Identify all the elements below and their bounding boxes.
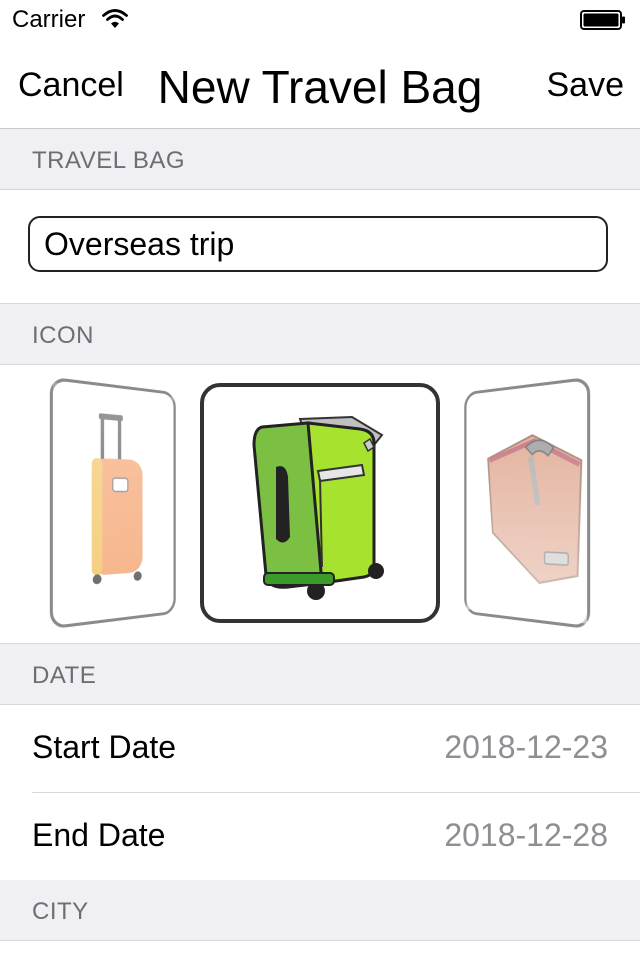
start-date-row[interactable]: Start Date 2018-12-23 [0,705,640,793]
section-title-icon: ICON [32,322,94,349]
travel-bag-name-cell [0,190,640,304]
icon-option-orange-suitcase[interactable] [49,376,176,630]
orange-suitcase-icon [52,382,174,624]
start-date-value: 2018-12-23 [444,729,608,765]
brown-bag-icon [466,382,588,624]
section-header-date: DATE [0,644,640,705]
end-date-label: End Date [32,817,166,853]
save-button[interactable]: Save [547,66,625,105]
navigation-bar: Cancel New Travel Bag Save [0,40,640,129]
section-title-travel-bag: TRAVEL BAG [32,147,186,174]
section-title-date: DATE [32,662,97,689]
section-header-travel-bag: TRAVEL BAG [0,129,640,190]
carrier-label: Carrier [12,6,86,33]
end-date-row[interactable]: End Date 2018-12-28 [0,793,640,881]
page-title: New Travel Bag [157,61,483,113]
status-bar: Carrier [0,0,640,40]
end-date-value: 2018-12-28 [444,817,608,853]
icon-option-green-suitcase[interactable] [200,383,440,623]
icon-option-brown-bag[interactable] [464,376,591,630]
icon-picker[interactable] [0,365,640,644]
section-header-icon: ICON [0,304,640,365]
wifi-icon [102,9,128,28]
section-header-city: CITY [0,880,640,941]
section-title-city: CITY [32,898,89,925]
battery-icon [580,10,625,30]
travel-bag-name-input[interactable] [28,216,608,272]
green-suitcase-icon [252,415,384,600]
start-date-label: Start Date [32,729,177,765]
